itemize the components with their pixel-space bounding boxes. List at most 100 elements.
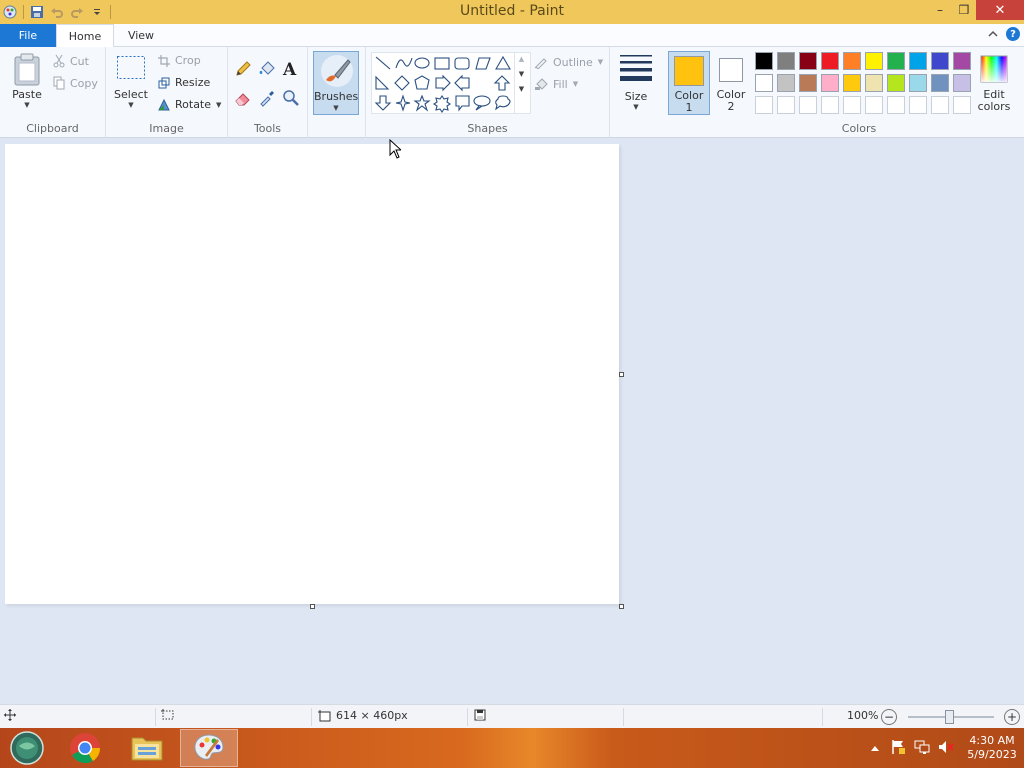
volume-muted-icon[interactable]	[938, 739, 954, 758]
edit-colors-button[interactable]: Edit colors	[974, 55, 1014, 113]
cursor-position-icon	[4, 709, 16, 721]
palette-color-swatch[interactable]	[777, 74, 795, 92]
palette-color-swatch[interactable]	[931, 74, 949, 92]
taskbar-file-explorer[interactable]	[118, 729, 176, 767]
paste-icon	[14, 53, 40, 86]
palette-custom-swatch[interactable]	[909, 96, 927, 114]
palette-color-swatch[interactable]	[865, 52, 883, 70]
crop-button[interactable]: Crop	[158, 54, 201, 67]
eraser-tool[interactable]	[234, 89, 252, 110]
window-title: Untitled - Paint	[460, 3, 564, 19]
text-tool[interactable]: A	[283, 60, 296, 80]
fill-icon	[535, 78, 548, 90]
scroll-down-icon[interactable]: ▼	[515, 70, 528, 78]
palette-custom-swatch[interactable]	[887, 96, 905, 114]
clock-time: 4:30 AM	[969, 734, 1015, 747]
color-picker-tool[interactable]	[258, 89, 276, 110]
close-button[interactable]: ✕	[976, 0, 1024, 20]
palette-color-swatch[interactable]	[843, 74, 861, 92]
network-icon[interactable]	[914, 739, 930, 758]
edit-colors-label-line2: colors	[977, 100, 1011, 113]
palette-color-swatch[interactable]	[821, 74, 839, 92]
palette-color-swatch[interactable]	[777, 52, 795, 70]
copy-button[interactable]: Copy	[53, 76, 98, 90]
palette-color-swatch[interactable]	[909, 52, 927, 70]
color1-button[interactable]: Color 1	[668, 51, 710, 115]
palette-color-swatch[interactable]	[755, 52, 773, 70]
palette-custom-swatch[interactable]	[931, 96, 949, 114]
brushes-button[interactable]: Brushes ▼	[313, 51, 359, 115]
scroll-up-icon[interactable]: ▲	[515, 55, 528, 63]
shapes-gallery-scroll[interactable]: ▲ ▼ ▼	[514, 52, 528, 114]
fill-label: Fill	[553, 77, 568, 91]
palette-color-swatch[interactable]	[953, 74, 971, 92]
status-separator	[311, 708, 312, 726]
fill-button[interactable]: Fill ▼	[534, 77, 578, 91]
zoom-out-button[interactable]: −	[881, 709, 897, 725]
minimize-ribbon-icon[interactable]	[988, 28, 998, 41]
tab-view[interactable]: View	[118, 24, 164, 47]
color1-label-line2: 1	[685, 101, 693, 114]
tab-home[interactable]: Home	[56, 24, 114, 48]
resize-button[interactable]: Resize	[158, 76, 210, 89]
palette-custom-swatch[interactable]	[865, 96, 883, 114]
colors-group-label: Colors	[841, 122, 877, 135]
palette-custom-swatch[interactable]	[799, 96, 817, 114]
magnifier-tool[interactable]	[282, 89, 300, 110]
ribbon: Paste ▼ Cut Copy Clipboard Select ▼ Crop…	[0, 47, 1024, 138]
palette-color-swatch[interactable]	[909, 74, 927, 92]
palette-custom-swatch[interactable]	[755, 96, 773, 114]
canvas-resize-handle-bottom[interactable]	[310, 604, 315, 609]
chrome-icon	[70, 733, 101, 764]
palette-color-swatch[interactable]	[843, 52, 861, 70]
paste-button[interactable]: Paste ▼	[8, 53, 46, 109]
paint-palette-icon	[194, 734, 224, 760]
palette-custom-swatch[interactable]	[953, 96, 971, 114]
palette-custom-swatch[interactable]	[821, 96, 839, 114]
expand-gallery-icon[interactable]: ▼	[515, 85, 528, 93]
palette-color-swatch[interactable]	[953, 52, 971, 70]
canvas-resize-handle-right[interactable]	[619, 372, 624, 377]
palette-custom-swatch[interactable]	[843, 96, 861, 114]
start-button[interactable]	[0, 729, 54, 767]
restore-button[interactable]: ❒	[952, 0, 976, 20]
drawing-canvas[interactable]	[5, 144, 619, 604]
palette-color-swatch[interactable]	[887, 52, 905, 70]
color2-button[interactable]: Color 2	[712, 51, 750, 115]
select-dropdown-icon: ▼	[128, 101, 134, 109]
image-size-icon	[318, 709, 331, 721]
color1-label: Color 1	[669, 90, 709, 114]
action-center-flag-icon[interactable]	[890, 739, 906, 758]
resize-icon	[158, 77, 170, 88]
pencil-tool[interactable]	[234, 60, 252, 81]
tab-file[interactable]: File	[0, 24, 56, 47]
outline-button[interactable]: Outline ▼	[534, 55, 603, 69]
status-separator	[822, 708, 823, 726]
palette-color-swatch[interactable]	[799, 74, 817, 92]
taskbar-clock[interactable]: 4:30 AM 5/9/2023	[960, 734, 1024, 762]
palette-custom-swatch[interactable]	[777, 96, 795, 114]
taskbar: 4:30 AM 5/9/2023	[0, 728, 1024, 768]
palette-color-swatch[interactable]	[887, 74, 905, 92]
cut-button[interactable]: Cut	[53, 54, 89, 68]
canvas-workspace	[0, 138, 1024, 704]
zoom-slider-thumb[interactable]	[945, 710, 954, 724]
palette-color-swatch[interactable]	[799, 52, 817, 70]
taskbar-chrome[interactable]	[56, 729, 114, 767]
palette-color-swatch[interactable]	[931, 52, 949, 70]
help-icon[interactable]: ?	[1006, 27, 1020, 41]
size-button[interactable]: Size ▼	[614, 53, 658, 111]
zoom-in-button[interactable]: +	[1004, 709, 1020, 725]
minimize-button[interactable]: –	[928, 0, 952, 20]
clipboard-group: Paste ▼ Cut Copy Clipboard	[0, 47, 106, 138]
select-button[interactable]: Select ▼	[114, 55, 148, 109]
canvas-resize-handle-corner[interactable]	[619, 604, 624, 609]
image-dimensions-text: 614 × 460px	[336, 709, 408, 722]
fill-tool[interactable]	[258, 60, 276, 81]
palette-color-swatch[interactable]	[755, 74, 773, 92]
palette-color-swatch[interactable]	[821, 52, 839, 70]
palette-color-swatch[interactable]	[865, 74, 883, 92]
rotate-button[interactable]: Rotate ▼	[158, 98, 221, 111]
taskbar-paint[interactable]	[180, 729, 238, 767]
show-hidden-icons-icon[interactable]	[870, 742, 880, 755]
